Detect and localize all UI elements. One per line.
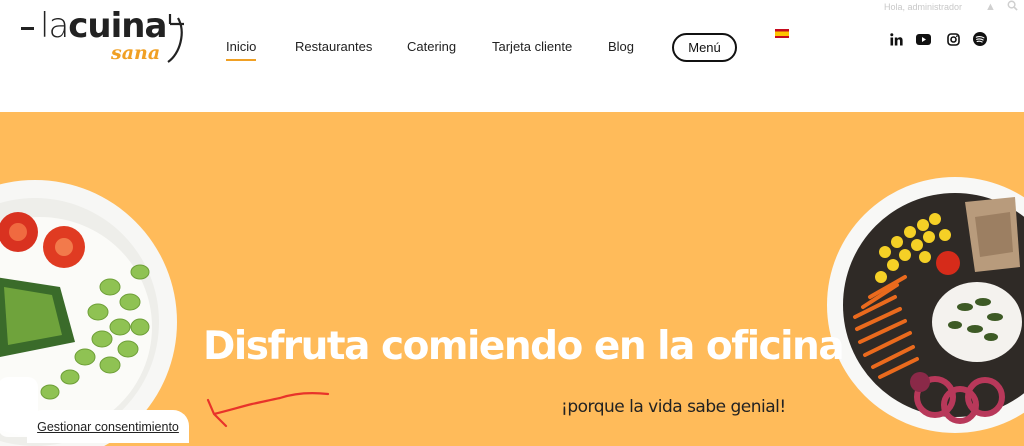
nav-item-restaurantes[interactable]: Restaurantes <box>295 39 372 54</box>
manage-consent-button[interactable]: Gestionar consentimiento <box>27 410 189 443</box>
search-icon[interactable] <box>1007 0 1018 14</box>
hero-banner: Disfruta comiendo en la oficina ¡porque … <box>0 112 1024 446</box>
poke-bowl-left-image <box>0 180 177 446</box>
linkedin-icon[interactable] <box>888 31 904 47</box>
logo-text-thin: la <box>40 6 69 46</box>
logo-text-bold: cuina <box>68 6 167 46</box>
user-greeting[interactable]: Hola, administrador <box>884 2 962 12</box>
spotify-icon[interactable] <box>972 31 988 47</box>
logo-swoosh-icon <box>167 14 184 63</box>
nav-item-catering[interactable]: Catering <box>407 39 456 54</box>
logo-wordmark: lacuina <box>40 6 167 46</box>
annotation-arrow-icon <box>206 391 330 428</box>
poke-bowl-right-image <box>827 177 1024 433</box>
spain-flag-icon[interactable] <box>775 29 789 38</box>
hero-subtitle: ¡porque la vida sabe genial! <box>561 397 786 417</box>
youtube-icon[interactable] <box>915 31 931 47</box>
menu-button[interactable]: Menú <box>672 33 737 62</box>
instagram-icon[interactable] <box>945 31 961 47</box>
nav-item-tarjeta-cliente[interactable]: Tarjeta cliente <box>492 39 572 54</box>
nav-item-blog[interactable]: Blog <box>608 39 634 54</box>
brand-logo[interactable]: lacuina sana <box>18 6 193 68</box>
logo-script: sana <box>111 42 161 64</box>
user-icon[interactable]: ▲ <box>985 1 996 13</box>
logo-dash <box>21 27 34 30</box>
hero-title: Disfruta comiendo en la oficina <box>203 324 845 369</box>
site-header: lacuina sana Inicio Restaurantes Caterin… <box>0 0 1024 112</box>
nav-item-inicio[interactable]: Inicio <box>226 39 257 61</box>
